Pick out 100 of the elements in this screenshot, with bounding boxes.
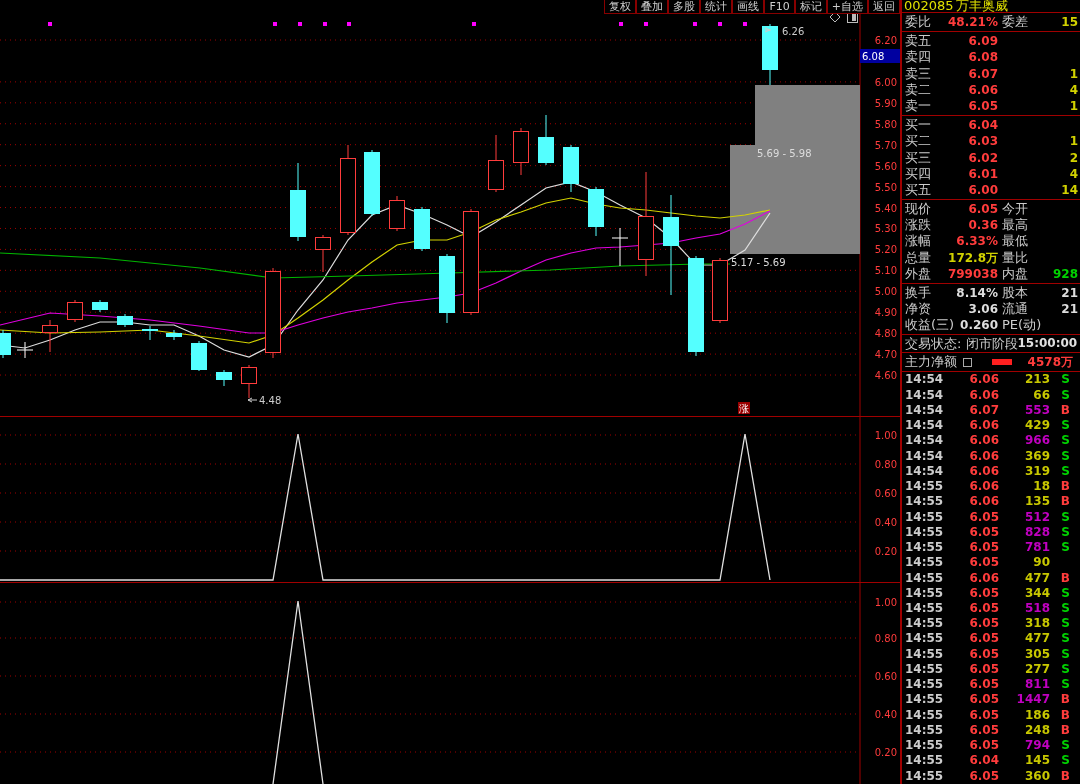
candlestick (364, 149, 380, 217)
label: 外盘 (905, 265, 932, 282)
toolbar-button[interactable]: F10 (764, 0, 795, 14)
trade-time: 14:55 (905, 738, 945, 754)
trade-side: B (1059, 692, 1070, 708)
trade-side: S (1060, 387, 1070, 403)
trade-time: 14:55 (905, 585, 945, 601)
label: 总量 (905, 249, 932, 266)
candlestick (488, 134, 504, 193)
toolbar-button[interactable]: 多股 (668, 0, 701, 14)
label: 涨跌 (905, 217, 932, 234)
trade-volume: 186 (1023, 707, 1050, 723)
candlestick (538, 114, 554, 166)
axis-label: 0.80 (874, 459, 897, 470)
price: 6.07 (967, 65, 999, 82)
toolbar-button[interactable]: 画线 (732, 0, 765, 14)
axis-label: 0.40 (874, 517, 897, 528)
candlestick (611, 227, 629, 267)
panel-icon[interactable] (847, 14, 858, 23)
price-axis-label: 5.20 (874, 244, 897, 256)
trade-price: 6.05 (968, 677, 999, 693)
label: 内盘 (1002, 265, 1029, 282)
value: 0.36 (967, 217, 999, 234)
trade-price: 6.05 (968, 661, 999, 678)
candlestick (712, 257, 728, 324)
trade-volume: 553 (1023, 402, 1050, 419)
trade-side: S (1060, 433, 1070, 449)
label: 买三 (905, 149, 932, 166)
toolbar-button[interactable]: 叠加 (636, 0, 669, 14)
label: 最低 (1002, 233, 1029, 250)
axis-label: 0.20 (874, 546, 897, 557)
status-time: 15:00:00 (1017, 335, 1078, 353)
price: 6.02 (967, 149, 999, 166)
trade-price: 6.06 (968, 479, 999, 495)
label: PE(动) (1002, 317, 1043, 334)
trade-volume: 512 (1023, 509, 1050, 525)
candlestick (216, 369, 232, 387)
trade-time: 14:55 (905, 631, 945, 647)
trade-side: B (1059, 570, 1070, 586)
trade-volume: 305 (1023, 646, 1050, 662)
axis-label: 1.00 (874, 597, 897, 608)
trade-price: 6.05 (968, 616, 999, 632)
trade-side: S (1060, 601, 1070, 617)
price-axis-label: 5.10 (874, 265, 897, 277)
toolbar-button[interactable]: 统计 (700, 0, 733, 14)
label: 卖五 (905, 33, 932, 50)
trade-volume: 90 (1032, 555, 1050, 571)
trade-volume: 360 (1023, 768, 1050, 784)
trade-time: 14:55 (905, 768, 945, 784)
toolbar-button[interactable]: 标记 (794, 0, 827, 14)
trade-price: 6.05 (968, 509, 999, 525)
candlestick (166, 329, 182, 341)
trade-price: 6.06 (968, 494, 999, 510)
value: 6.05 (967, 201, 999, 218)
candlestick (588, 186, 604, 237)
candlestick (241, 364, 257, 399)
trade-side: B (1059, 494, 1070, 510)
volume: 14 (1060, 181, 1078, 198)
price-axis-label: 5.70 (874, 139, 897, 151)
candlestick (315, 234, 331, 273)
diamond-icon[interactable] (829, 14, 841, 23)
toolbar-button[interactable]: 返回 (868, 0, 900, 14)
label: 现价 (905, 201, 932, 218)
trade-volume: 145 (1023, 753, 1050, 769)
stock-code: 002085 (904, 0, 954, 12)
volume: 4 (1068, 81, 1078, 98)
toolbar-button[interactable]: 复权 (604, 0, 637, 14)
price-axis-label: 5.30 (874, 223, 897, 235)
label: 卖二 (905, 81, 932, 98)
label: 买五 (905, 181, 932, 198)
trade-time: 14:54 (905, 463, 945, 480)
trade-time: 14:55 (905, 722, 945, 739)
trade-side: S (1060, 418, 1070, 434)
toolbar-button[interactable]: +自选 (826, 0, 868, 14)
volume: 1 (1068, 65, 1078, 82)
candlestick (513, 127, 529, 176)
price: 6.05 (967, 97, 999, 114)
trade-time: 14:55 (905, 692, 945, 708)
trade-volume: 477 (1023, 570, 1050, 586)
label: 换手 (905, 285, 932, 301)
trade-price: 6.06 (968, 433, 999, 449)
value: 21 (1060, 301, 1078, 318)
price-axis-label: 6.20 (874, 35, 897, 46)
trade-time: 14:55 (905, 616, 945, 632)
candlestick (67, 299, 83, 323)
label: 买四 (905, 165, 932, 182)
trade-price: 6.05 (968, 692, 999, 708)
price: 6.06 (967, 81, 999, 98)
arrow-icon (764, 27, 772, 33)
candlestick (16, 341, 34, 359)
trade-side: S (1060, 738, 1070, 754)
price-axis-label: 5.60 (874, 160, 897, 172)
candlestick (92, 299, 108, 313)
price-axis-label: 4.80 (874, 328, 897, 340)
value: 48.21% (947, 14, 999, 30)
trade-price: 6.06 (968, 570, 999, 586)
trade-time: 14:54 (905, 402, 945, 419)
candlestick (42, 319, 58, 353)
list-icon[interactable] (963, 358, 972, 367)
label: 买二 (905, 133, 932, 150)
